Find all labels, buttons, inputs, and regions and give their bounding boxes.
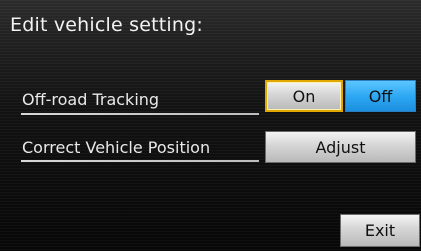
setting-underline-offroad-tracking — [21, 113, 259, 115]
offroad-tracking-off-button[interactable]: Off — [345, 80, 416, 112]
adjust-vehicle-position-button[interactable]: Adjust — [265, 131, 416, 163]
setting-label-correct-vehicle-position: Correct Vehicle Position — [22, 138, 211, 157]
page-title: Edit vehicle setting: — [10, 14, 204, 36]
setting-label-offroad-tracking: Off-road Tracking — [22, 90, 160, 109]
exit-button[interactable]: Exit — [340, 214, 420, 247]
setting-underline-correct-vehicle-position — [21, 160, 259, 162]
vehicle-settings-screen: Edit vehicle setting: Off-road Tracking … — [0, 0, 421, 251]
offroad-tracking-on-button[interactable]: On — [265, 80, 343, 112]
